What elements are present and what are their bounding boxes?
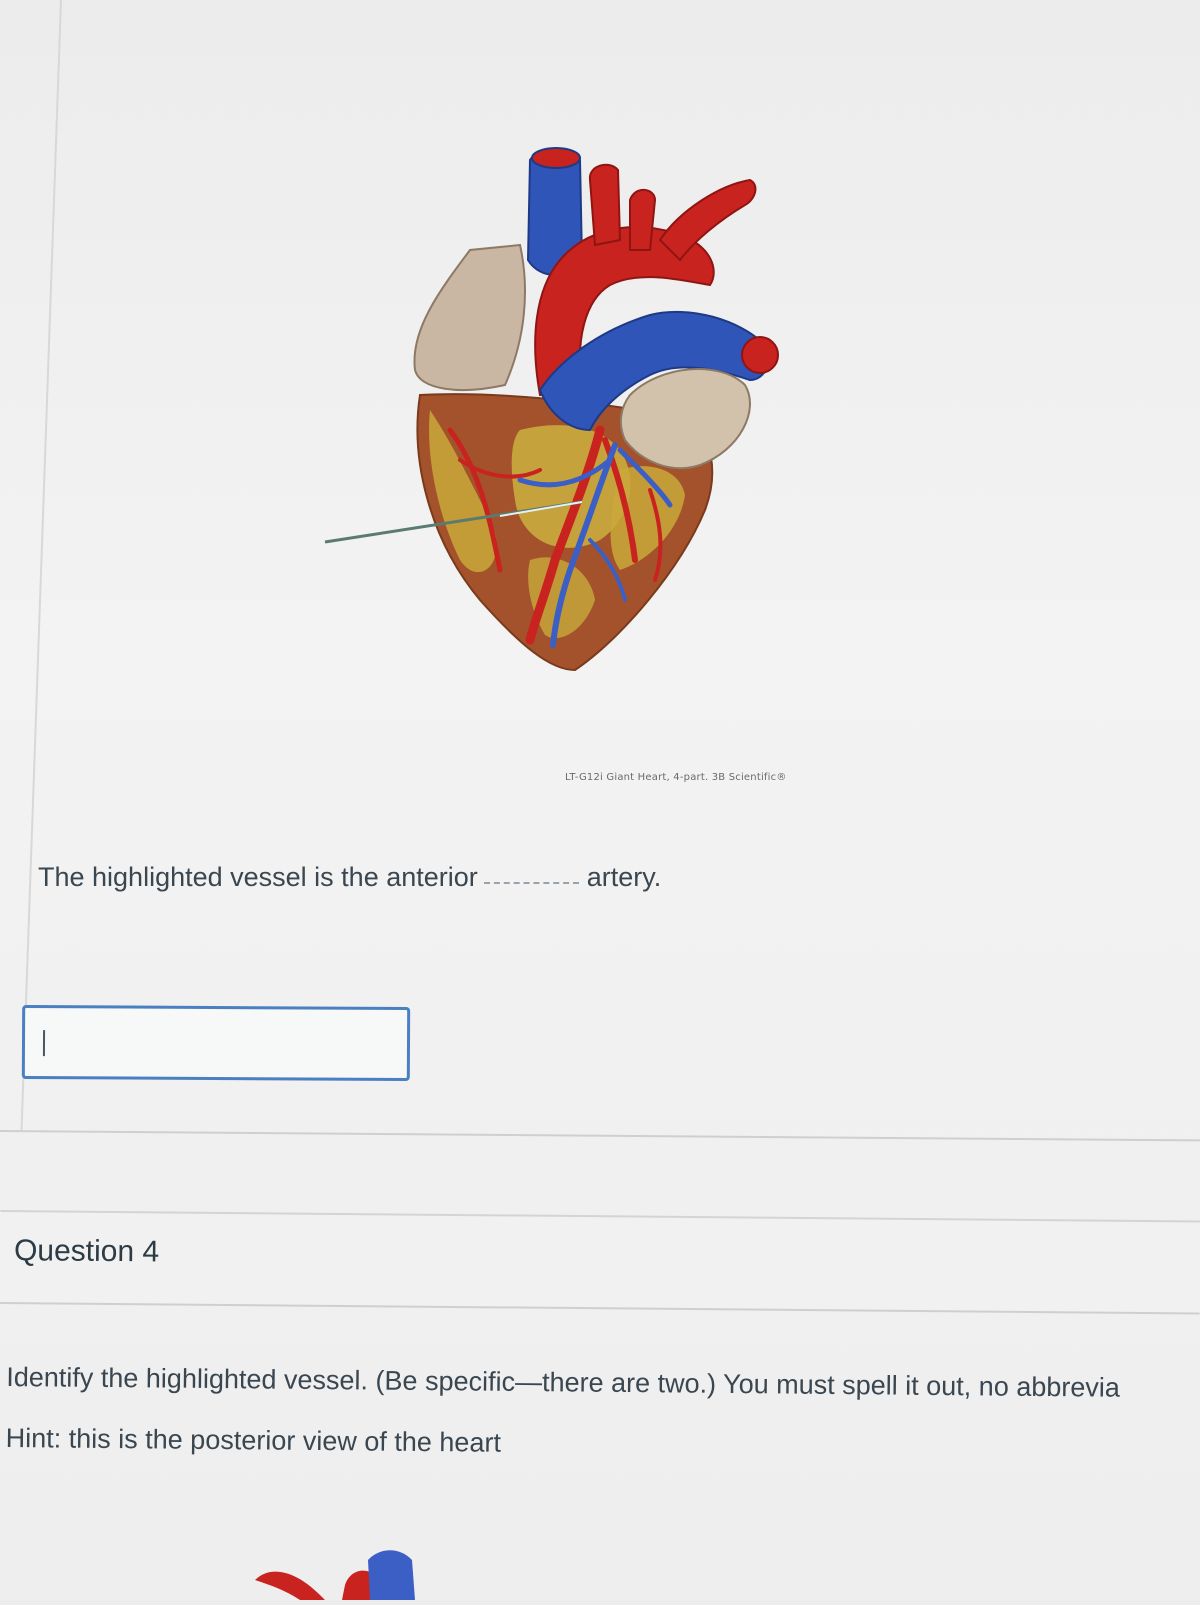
prompt-after-blank: artery. <box>586 862 662 892</box>
question-hint: Hint: this is the posterior view of the … <box>5 1422 502 1458</box>
question-3-panel: LT-G12i Giant Heart, 4-part. 3B Scientif… <box>0 0 1200 1135</box>
next-heart-image-peek <box>250 1545 430 1600</box>
text-cursor <box>42 1030 46 1057</box>
heart-model-image <box>320 140 800 700</box>
question-prompt: The highlighted vessel is the anterior a… <box>38 862 661 893</box>
image-caption: LT-G12i Giant Heart, 4-part. 3B Scientif… <box>565 772 787 783</box>
heart-model-illustration <box>324 147 779 672</box>
heart-model-partial <box>255 1550 415 1600</box>
fill-in-blank <box>483 881 579 884</box>
question-title: Question 4 <box>13 1234 160 1269</box>
panel-border <box>20 0 63 1130</box>
question-prompt: Identify the highlighted vessel. (Be spe… <box>6 1362 1121 1403</box>
prompt-before-blank: The highlighted vessel is the anterior <box>38 862 478 892</box>
answer-input[interactable] <box>21 1004 411 1082</box>
question-4-body: Identify the highlighted vessel. (Be spe… <box>6 1362 1197 1465</box>
question-4-header: Question 4 <box>0 1210 1200 1315</box>
